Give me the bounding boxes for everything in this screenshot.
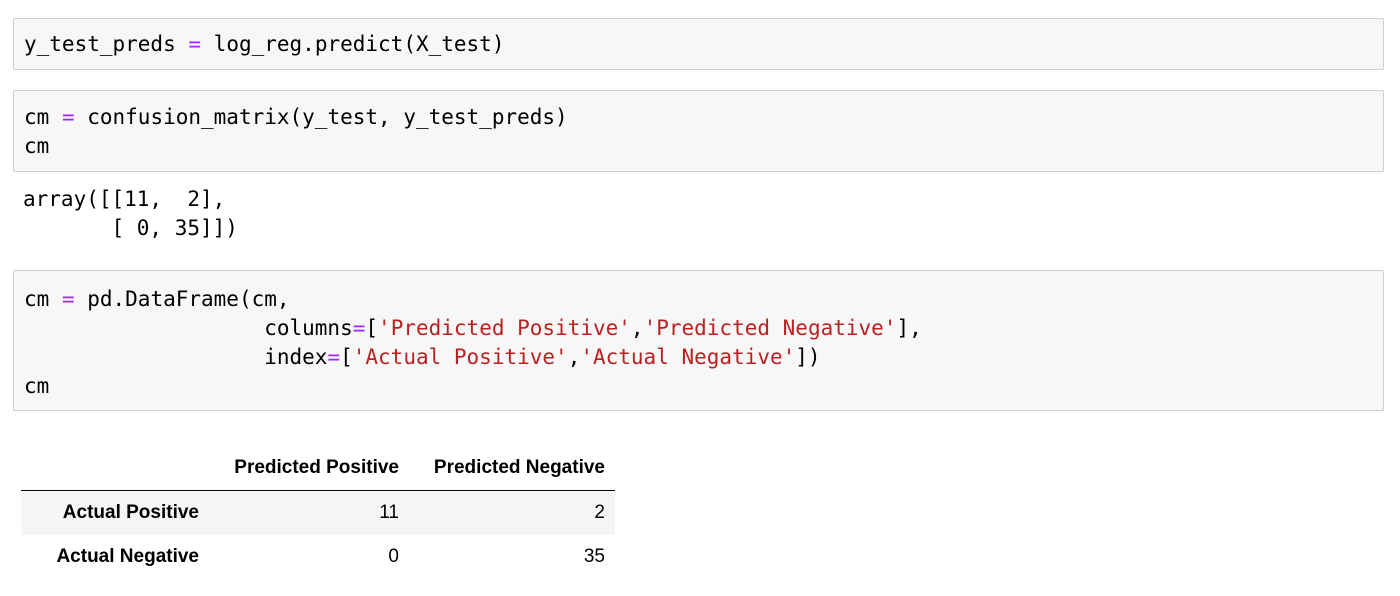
code-line: columns=['Predicted Positive','Predicted… xyxy=(24,314,922,343)
table-cell: 0 xyxy=(388,546,399,567)
code-token: [ xyxy=(340,345,353,369)
code-token: [ xyxy=(365,316,379,340)
operator-token: = xyxy=(352,316,366,340)
string-token: 'Predicted Negative' xyxy=(643,316,897,340)
table-row: Actual Negative 0 35 xyxy=(21,535,615,579)
index-header xyxy=(21,446,209,491)
code-token: pd.DataFrame(cm, xyxy=(74,287,290,311)
code-line: cm xyxy=(24,132,49,161)
operator-token: = xyxy=(327,345,341,369)
code-line: cm = pd.DataFrame(cm, xyxy=(24,285,290,314)
code-line: cm xyxy=(24,372,49,401)
code-line: y_test_preds = log_reg.predict(X_test) xyxy=(24,30,504,59)
code-token: cm xyxy=(24,134,50,158)
code-token: y_test_preds xyxy=(24,32,189,56)
string-token: 'Actual Negative' xyxy=(580,345,796,369)
code-token: confusion_matrix(y_test, y_test_preds) xyxy=(74,105,568,129)
string-token: 'Predicted Positive' xyxy=(378,316,631,340)
dataframe-output: Predicted Positive Predicted Negative Ac… xyxy=(21,446,615,579)
code-token: log_reg.predict(X_test) xyxy=(201,32,505,56)
code-line: cm = confusion_matrix(y_test, y_test_pre… xyxy=(24,103,568,132)
code-cell-3[interactable]: cm = pd.DataFrame(cm, columns=['Predicte… xyxy=(13,270,1384,411)
table-cell: 35 xyxy=(583,546,605,567)
column-header: Predicted Positive xyxy=(209,446,409,491)
operator-token: = xyxy=(61,287,75,311)
code-token: , xyxy=(630,316,644,340)
row-index-label: Actual Negative xyxy=(56,546,199,567)
code-token: columns xyxy=(264,316,353,340)
operator-token: = xyxy=(188,32,202,56)
code-cell-1[interactable]: y_test_preds = log_reg.predict(X_test) xyxy=(13,18,1384,70)
cell-2-output: array([[11, 2], xyxy=(23,187,226,211)
code-token: index xyxy=(264,345,328,369)
code-token: ]) xyxy=(795,345,821,369)
code-token: ], xyxy=(896,316,922,340)
row-index-label: Actual Positive xyxy=(62,502,199,523)
table-row: Actual Positive 11 2 xyxy=(21,490,615,535)
table-cell: 11 xyxy=(379,502,399,523)
code-cell-2[interactable]: cm = confusion_matrix(y_test, y_test_pre… xyxy=(13,90,1384,172)
table-header-row: Predicted Positive Predicted Negative xyxy=(21,446,615,491)
code-token: , xyxy=(567,345,581,369)
column-header: Predicted Negative xyxy=(409,446,615,491)
code-token: cm xyxy=(24,105,62,129)
string-token: 'Actual Positive' xyxy=(352,345,568,369)
code-token: cm xyxy=(24,374,50,398)
cell-2-output: [ 0, 35]]) xyxy=(23,216,238,240)
code-line: index=['Actual Positive','Actual Negativ… xyxy=(24,343,821,372)
table-cell: 2 xyxy=(594,502,605,523)
operator-token: = xyxy=(61,105,75,129)
code-token: cm xyxy=(24,287,62,311)
